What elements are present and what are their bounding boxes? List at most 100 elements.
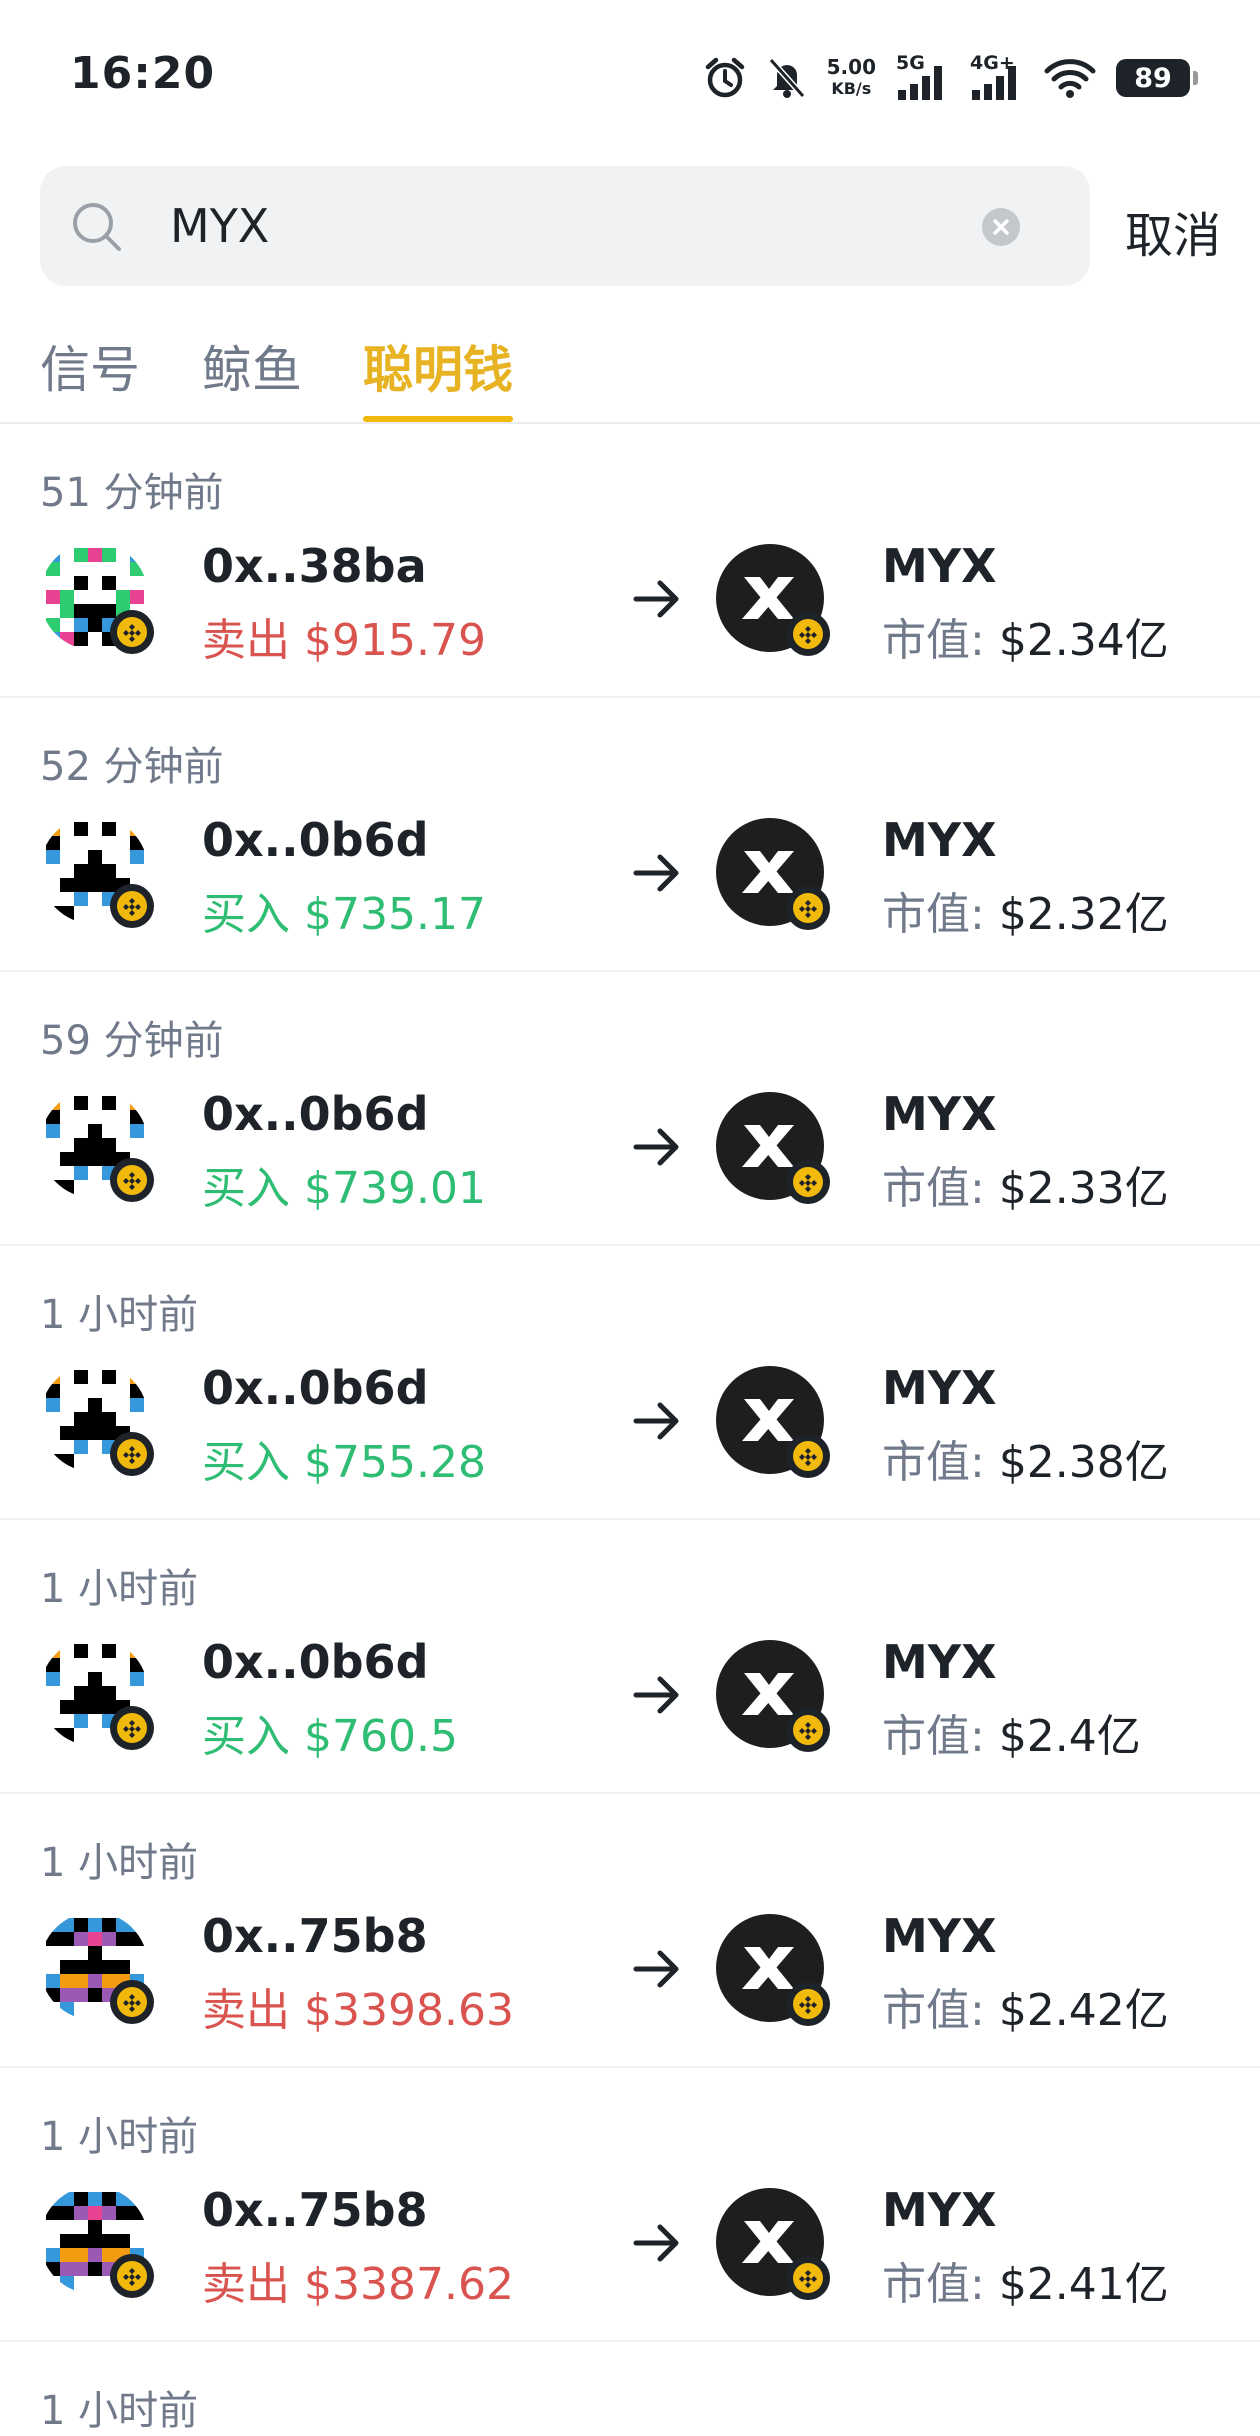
myx-logo-icon	[742, 1399, 794, 1441]
row-time: 59 分钟前	[40, 1018, 224, 1064]
bnb-chain-icon	[786, 612, 830, 656]
market-cap-value: $2.32亿	[998, 889, 1169, 940]
wallet-avatar[interactable]	[40, 1364, 154, 1476]
bnb-chain-icon	[786, 2256, 830, 2300]
transaction-row[interactable]: 1 小时前 0x..0b6d 买入 $760.5 MYX 市值: $2.4亿	[0, 1520, 1260, 1794]
battery-indicator: 89	[1116, 59, 1198, 97]
transaction-row[interactable]: 52 分钟前 0x..0b6d 买入 $735.17 MYX 市值: $2.32…	[0, 698, 1260, 972]
bnb-chain-icon	[110, 610, 154, 654]
transaction-row-partial[interactable]: 1 小时前	[0, 2342, 1260, 2434]
tab-bar: 信号 鲸鱼 聪明钱	[0, 330, 1260, 424]
myx-logo-icon	[742, 1125, 794, 1167]
signal-5g-icon: 5G	[896, 52, 950, 102]
transaction-row[interactable]: 59 分钟前 0x..0b6d 买入 $739.01 MYX 市值: $2.33…	[0, 972, 1260, 1246]
token-logo[interactable]	[716, 1366, 830, 1478]
token-logo[interactable]	[716, 1914, 830, 2026]
arrow-right-icon	[633, 1950, 679, 1988]
token-logo[interactable]	[716, 2188, 830, 2300]
market-cap-value: $2.42亿	[998, 1985, 1169, 2036]
token-name[interactable]: MYX	[882, 2183, 997, 2237]
trade-action: 买入 $760.5	[202, 1700, 458, 1764]
arrow-right-icon	[633, 854, 679, 892]
row-time: 52 分钟前	[40, 744, 224, 790]
wallet-address[interactable]: 0x..0b6d	[202, 813, 429, 867]
bnb-chain-icon	[786, 1708, 830, 1752]
tab-signals[interactable]: 信号	[40, 330, 140, 422]
wallet-avatar[interactable]	[40, 1090, 154, 1202]
wallet-avatar[interactable]	[40, 816, 154, 928]
token-logo[interactable]	[716, 544, 830, 656]
wallet-avatar[interactable]	[40, 2186, 154, 2298]
wallet-avatar[interactable]	[40, 1638, 154, 1750]
market-cap-value: $2.38亿	[998, 1437, 1169, 1488]
token-name[interactable]: MYX	[882, 813, 997, 867]
arrow-right-icon	[633, 1402, 679, 1440]
wallet-address[interactable]: 0x..38ba	[202, 539, 427, 593]
trade-action: 卖出 $3387.62	[202, 2248, 514, 2312]
trade-action: 买入 $755.28	[202, 1426, 486, 1490]
wallet-address[interactable]: 0x..0b6d	[202, 1361, 429, 1415]
token-name[interactable]: MYX	[882, 1087, 997, 1141]
market-cap-label: 市值:	[882, 2259, 999, 2310]
market-cap-label: 市值:	[882, 1437, 999, 1488]
transaction-list: 51 分钟前 0x..38ba 卖出 $915.79 MYX 市值: $2.34…	[0, 424, 1260, 2434]
market-cap: 市值: $2.32亿	[882, 878, 1169, 942]
status-icons: 5.00 KB/s 5G 4G+ 89	[703, 52, 1198, 104]
bnb-chain-icon	[110, 2254, 154, 2298]
transaction-row[interactable]: 1 小时前 0x..75b8 卖出 $3387.62 MYX 市值: $2.41…	[0, 2068, 1260, 2342]
token-logo[interactable]	[716, 818, 830, 930]
wallet-avatar[interactable]	[40, 542, 154, 654]
trade-type: 卖出	[202, 2259, 290, 2310]
trade-type: 买入	[202, 1163, 290, 1214]
wallet-address[interactable]: 0x..75b8	[202, 1909, 428, 1963]
transaction-row[interactable]: 1 小时前 0x..75b8 卖出 $3398.63 MYX 市值: $2.42…	[0, 1794, 1260, 2068]
wallet-address[interactable]: 0x..75b8	[202, 2183, 428, 2237]
transaction-row[interactable]: 51 分钟前 0x..38ba 卖出 $915.79 MYX 市值: $2.34…	[0, 424, 1260, 698]
trade-type: 卖出	[202, 615, 290, 666]
search-input[interactable]	[170, 196, 970, 256]
market-cap-label: 市值:	[882, 889, 999, 940]
bnb-chain-icon	[786, 1982, 830, 2026]
row-time: 1 小时前	[40, 1292, 199, 1338]
trade-amount: $915.79	[304, 615, 486, 666]
alarm-icon	[705, 57, 744, 98]
search-bar[interactable]	[40, 166, 1090, 286]
trade-type: 买入	[202, 889, 290, 940]
tab-whales[interactable]: 鲸鱼	[202, 330, 302, 422]
token-logo[interactable]	[716, 1092, 830, 1204]
market-cap: 市值: $2.33亿	[882, 1152, 1169, 1216]
market-cap: 市值: $2.38亿	[882, 1426, 1169, 1490]
market-cap: 市值: $2.41亿	[882, 2248, 1169, 2312]
clear-search-icon[interactable]	[982, 208, 1020, 246]
token-logo[interactable]	[716, 1640, 830, 1752]
token-name[interactable]: MYX	[882, 1361, 997, 1415]
market-cap: 市值: $2.42亿	[882, 1974, 1169, 2038]
myx-logo-icon	[742, 577, 794, 619]
trade-type: 卖出	[202, 1985, 290, 2036]
bnb-chain-icon	[110, 1432, 154, 1476]
tab-smart-money[interactable]: 聪明钱	[363, 330, 513, 422]
token-name[interactable]: MYX	[882, 1909, 997, 1963]
row-time: 1 小时前	[40, 2114, 199, 2160]
transaction-row[interactable]: 1 小时前 0x..0b6d 买入 $755.28 MYX 市值: $2.38亿	[0, 1246, 1260, 1520]
row-time: 51 分钟前	[40, 470, 224, 516]
wifi-icon	[1044, 59, 1096, 98]
row-time: 1 小时前	[40, 2388, 199, 2434]
trade-amount: $755.28	[304, 1437, 486, 1488]
market-cap-value: $2.4亿	[998, 1711, 1141, 1762]
myx-logo-icon	[742, 2221, 794, 2263]
wallet-avatar[interactable]	[40, 1912, 154, 2024]
active-tab-indicator	[363, 416, 513, 422]
trade-action: 卖出 $915.79	[202, 604, 486, 668]
token-name[interactable]: MYX	[882, 539, 997, 593]
token-name[interactable]: MYX	[882, 1635, 997, 1689]
myx-logo-icon	[742, 1947, 794, 1989]
wallet-address[interactable]: 0x..0b6d	[202, 1087, 429, 1141]
wallet-address[interactable]: 0x..0b6d	[202, 1635, 429, 1689]
arrow-right-icon	[633, 1128, 679, 1166]
trade-type: 买入	[202, 1711, 290, 1762]
search-icon	[73, 203, 121, 251]
market-cap-label: 市值:	[882, 1711, 999, 1762]
cancel-button[interactable]: 取消	[1125, 196, 1221, 266]
market-cap-value: $2.33亿	[998, 1163, 1169, 1214]
